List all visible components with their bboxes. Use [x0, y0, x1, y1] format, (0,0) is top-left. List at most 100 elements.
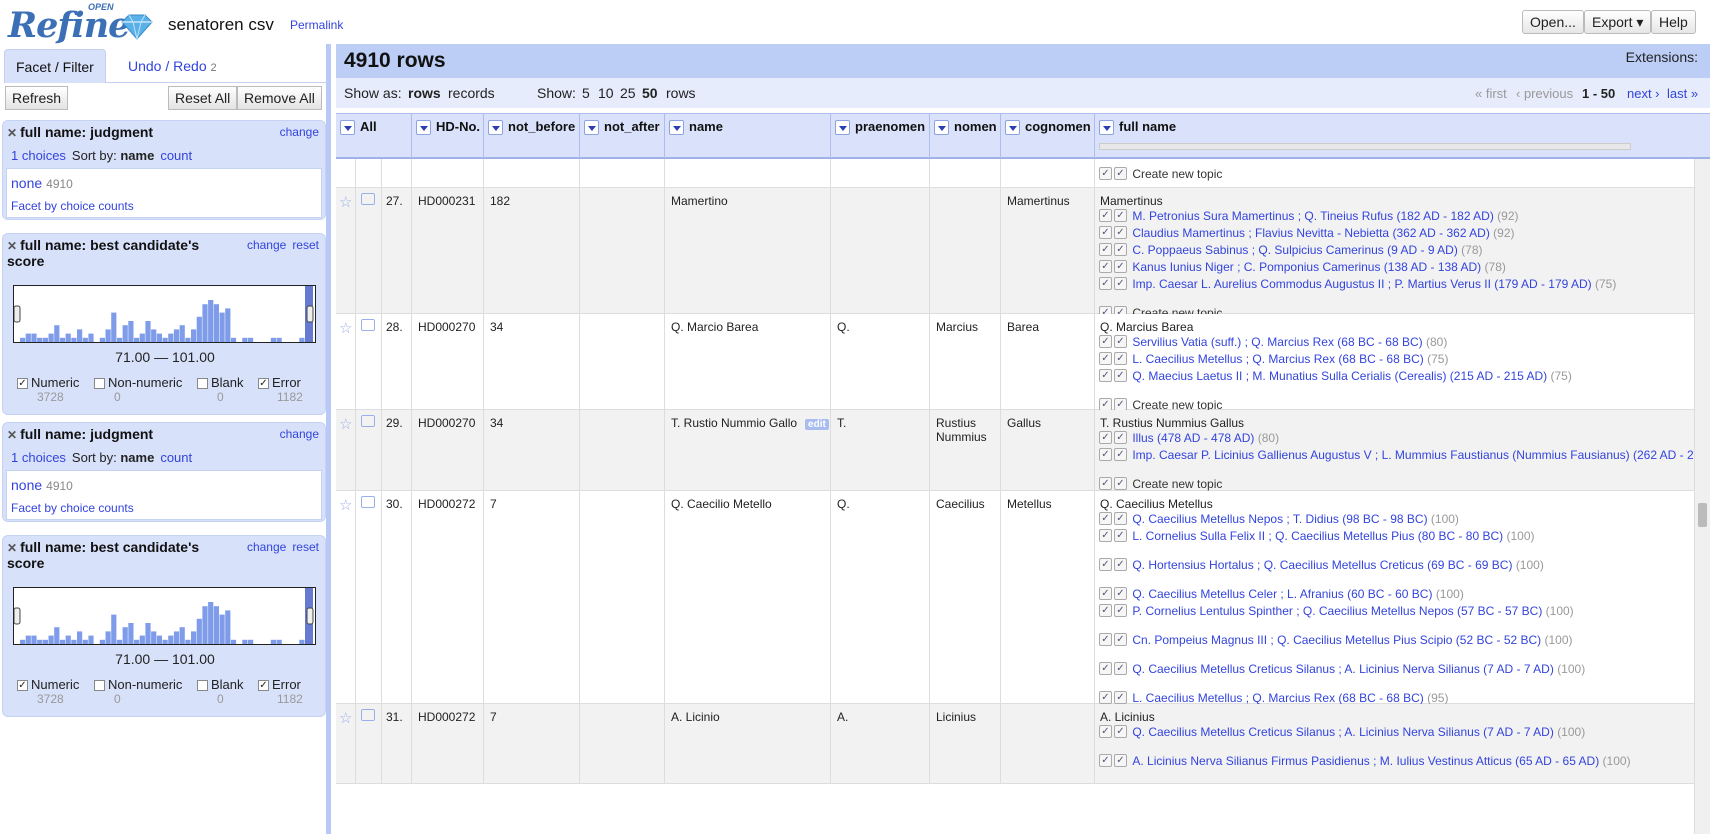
- match-icon[interactable]: ✓: [1099, 691, 1112, 704]
- histogram[interactable]: [13, 587, 316, 645]
- candidate-match[interactable]: ✓ ✓ Q. Caecilius Metellus Creticus Silanu…: [1099, 725, 1585, 739]
- candidate-match[interactable]: ✓ ✓ Kanus Iunius Niger ; C. Pomponius Cam…: [1099, 260, 1556, 274]
- cell-nomen[interactable]: [930, 188, 1001, 313]
- cell-not-before[interactable]: 182: [484, 188, 580, 313]
- candidate-link[interactable]: Q. Caecilius Metellus Nepos ; T. Didius …: [1132, 512, 1427, 526]
- cell-name[interactable]: T. Rustio Nummio Gallo edit: [665, 410, 831, 490]
- cell-not-after[interactable]: [580, 410, 665, 490]
- page-size-50[interactable]: 50: [642, 85, 658, 101]
- error-checkbox[interactable]: ✓ Error: [258, 677, 301, 692]
- match-icon[interactable]: ✓: [1099, 725, 1112, 738]
- match-icon[interactable]: ✓: [1099, 260, 1112, 273]
- sort-by-count-link[interactable]: count: [160, 450, 192, 465]
- candidate-match[interactable]: ✓ ✓ Q. Hortensius Hortalus ; Q. Caecilius…: [1099, 558, 1556, 572]
- candidate-link[interactable]: Q. Caecilius Metellus Creticus Silanus ;…: [1132, 725, 1554, 739]
- match-icon[interactable]: ✓: [1099, 604, 1112, 617]
- facet-change-link[interactable]: change: [280, 125, 319, 139]
- facet-by-choice-counts-link[interactable]: Facet by choice counts: [11, 199, 134, 213]
- match-icon[interactable]: ✓: [1099, 277, 1112, 290]
- cell-praenomen[interactable]: [831, 188, 930, 313]
- match-similar-icon[interactable]: ✓: [1114, 352, 1127, 365]
- match-icon[interactable]: ✓: [1099, 335, 1112, 348]
- facet-remove-icon[interactable]: ✕: [7, 428, 17, 442]
- candidate-link[interactable]: L. Caecilius Metellus ; Q. Marcius Rex (…: [1132, 352, 1423, 366]
- error-checkbox[interactable]: ✓ Error: [258, 375, 301, 390]
- match-similar-icon[interactable]: ✓: [1114, 691, 1127, 704]
- candidate-match[interactable]: ✓ ✓ Servilius Vatia (suff.) ; Q. Marcius …: [1099, 335, 1556, 349]
- cell-not-before[interactable]: 34: [484, 410, 580, 490]
- match-icon[interactable]: ✓: [1099, 352, 1112, 365]
- star-icon[interactable]: ☆: [339, 319, 352, 337]
- match-similar-icon[interactable]: ✓: [1114, 558, 1127, 571]
- facet-change-link[interactable]: change: [247, 238, 286, 252]
- candidate-link[interactable]: P. Cornelius Lentulus Spinther ; Q. Caec…: [1132, 604, 1542, 618]
- star-icon[interactable]: ☆: [339, 193, 352, 211]
- numeric-checkbox[interactable]: ✓ Numeric: [17, 677, 79, 692]
- candidate-link[interactable]: L. Cornelius Sulla Felix II ; Q. Caecili…: [1132, 529, 1503, 543]
- column-menu-icon[interactable]: [1099, 120, 1114, 136]
- cell-praenomen[interactable]: Q.: [831, 491, 930, 703]
- refresh-button[interactable]: Refresh: [5, 86, 69, 110]
- cell-name[interactable]: Mamertino: [665, 188, 831, 313]
- candidate-link[interactable]: Q. Caecilius Metellus Celer ; L. Afraniu…: [1132, 587, 1432, 601]
- facet-choices-count-link[interactable]: 1 choices: [11, 450, 66, 465]
- candidate-link[interactable]: Cn. Pompeius Magnus III ; Q. Caecilius M…: [1132, 633, 1541, 647]
- match-similar-icon[interactable]: ✓: [1114, 754, 1127, 767]
- candidate-link[interactable]: L. Caecilius Metellus ; Q. Marcius Rex (…: [1132, 691, 1423, 705]
- candidate-match[interactable]: ✓ ✓ Q. Caecilius Metellus Nepos ; T. Didi…: [1099, 512, 1556, 526]
- flag-icon[interactable]: [361, 193, 375, 205]
- match-similar-icon[interactable]: ✓: [1114, 335, 1127, 348]
- cell-cognomen[interactable]: [1001, 704, 1095, 783]
- non-numeric-checkbox[interactable]: Non-numeric: [94, 677, 182, 692]
- match-similar-icon[interactable]: ✓: [1114, 277, 1127, 290]
- match-similar-icon[interactable]: ✓: [1114, 448, 1127, 461]
- candidate-link[interactable]: Q. Caecilius Metellus Creticus Silanus ;…: [1132, 662, 1554, 676]
- match-icon[interactable]: ✓: [1099, 448, 1112, 461]
- cell-not-before[interactable]: 34: [484, 314, 580, 409]
- facet-choices-count-link[interactable]: 1 choices: [11, 148, 66, 163]
- candidate-link[interactable]: Q. Maecius Laetus II ; M. Munatius Sulla…: [1132, 369, 1547, 383]
- column-header-not-after[interactable]: not_after: [580, 114, 665, 158]
- match-icon[interactable]: ✓: [1099, 477, 1112, 490]
- column-header-cognomen[interactable]: cognomen: [1001, 114, 1095, 158]
- cell-praenomen[interactable]: A.: [831, 704, 930, 783]
- export-button[interactable]: Export ▾: [1584, 10, 1652, 34]
- match-similar-icon[interactable]: ✓: [1114, 226, 1127, 239]
- cell-praenomen[interactable]: Q.: [831, 314, 930, 409]
- match-similar-icon[interactable]: ✓: [1114, 662, 1127, 675]
- cell-nomen[interactable]: Rustius Nummius: [930, 410, 1001, 490]
- facet-choice[interactable]: none 4910: [11, 175, 73, 191]
- candidate-link[interactable]: Imp. Caesar P. Licinius Gallienus August…: [1132, 448, 1694, 462]
- column-menu-icon[interactable]: [835, 120, 850, 136]
- cell-not-after[interactable]: [580, 704, 665, 783]
- cell-name[interactable]: A. Licinio: [665, 704, 831, 783]
- cell-name[interactable]: Q. Marcio Barea: [665, 314, 831, 409]
- star-icon[interactable]: ☆: [339, 415, 352, 433]
- candidate-link[interactable]: Servilius Vatia (suff.) ; Q. Marcius Rex…: [1132, 335, 1422, 349]
- remove-all-button[interactable]: Remove All: [237, 86, 322, 110]
- scrollbar-thumb[interactable]: [1698, 503, 1707, 527]
- candidate-match[interactable]: ✓ ✓ Claudius Mamertinus ; Flavius Nevitta…: [1099, 226, 1556, 240]
- column-header-name[interactable]: name: [665, 114, 831, 158]
- cell-name[interactable]: Q. Caecilio Metello: [665, 491, 831, 703]
- column-header-nomen[interactable]: nomen: [930, 114, 1001, 158]
- candidate-match[interactable]: ✓ ✓ L. Caecilius Metellus ; Q. Marcius Re…: [1099, 691, 1556, 705]
- candidate-match[interactable]: ✓ ✓ M. Petronius Sura Mamertinus ; Q. Tin…: [1099, 209, 1556, 223]
- candidate-match[interactable]: ✓ ✓ Cn. Pompeius Magnus III ; Q. Caeciliu…: [1099, 633, 1573, 647]
- tab-undo-redo[interactable]: Undo / Redo 2: [117, 49, 228, 83]
- candidate-link[interactable]: C. Poppaeus Sabinus ; Q. Sulpicius Camer…: [1132, 243, 1457, 257]
- facet-remove-icon[interactable]: ✕: [7, 126, 17, 140]
- facet-change-link[interactable]: change: [280, 427, 319, 441]
- create-new-topic[interactable]: ✓✓ Create new topic: [1099, 167, 1222, 181]
- facet-choice-name[interactable]: none: [11, 175, 42, 191]
- candidate-link[interactable]: Imp. Caesar L. Aurelius Commodus Augustu…: [1132, 277, 1591, 291]
- facet-remove-icon[interactable]: ✕: [7, 541, 17, 555]
- match-icon[interactable]: ✓: [1099, 226, 1112, 239]
- cell-cognomen[interactable]: Mamertinus: [1001, 188, 1095, 313]
- match-similar-icon[interactable]: ✓: [1114, 587, 1127, 600]
- match-similar-icon[interactable]: ✓: [1114, 167, 1127, 180]
- match-similar-icon[interactable]: ✓: [1114, 604, 1127, 617]
- candidate-match[interactable]: ✓ ✓ Q. Maecius Laetus II ; M. Munatius Su…: [1099, 369, 1572, 383]
- cell-not-after[interactable]: [580, 314, 665, 409]
- permalink-link[interactable]: Permalink: [290, 18, 343, 32]
